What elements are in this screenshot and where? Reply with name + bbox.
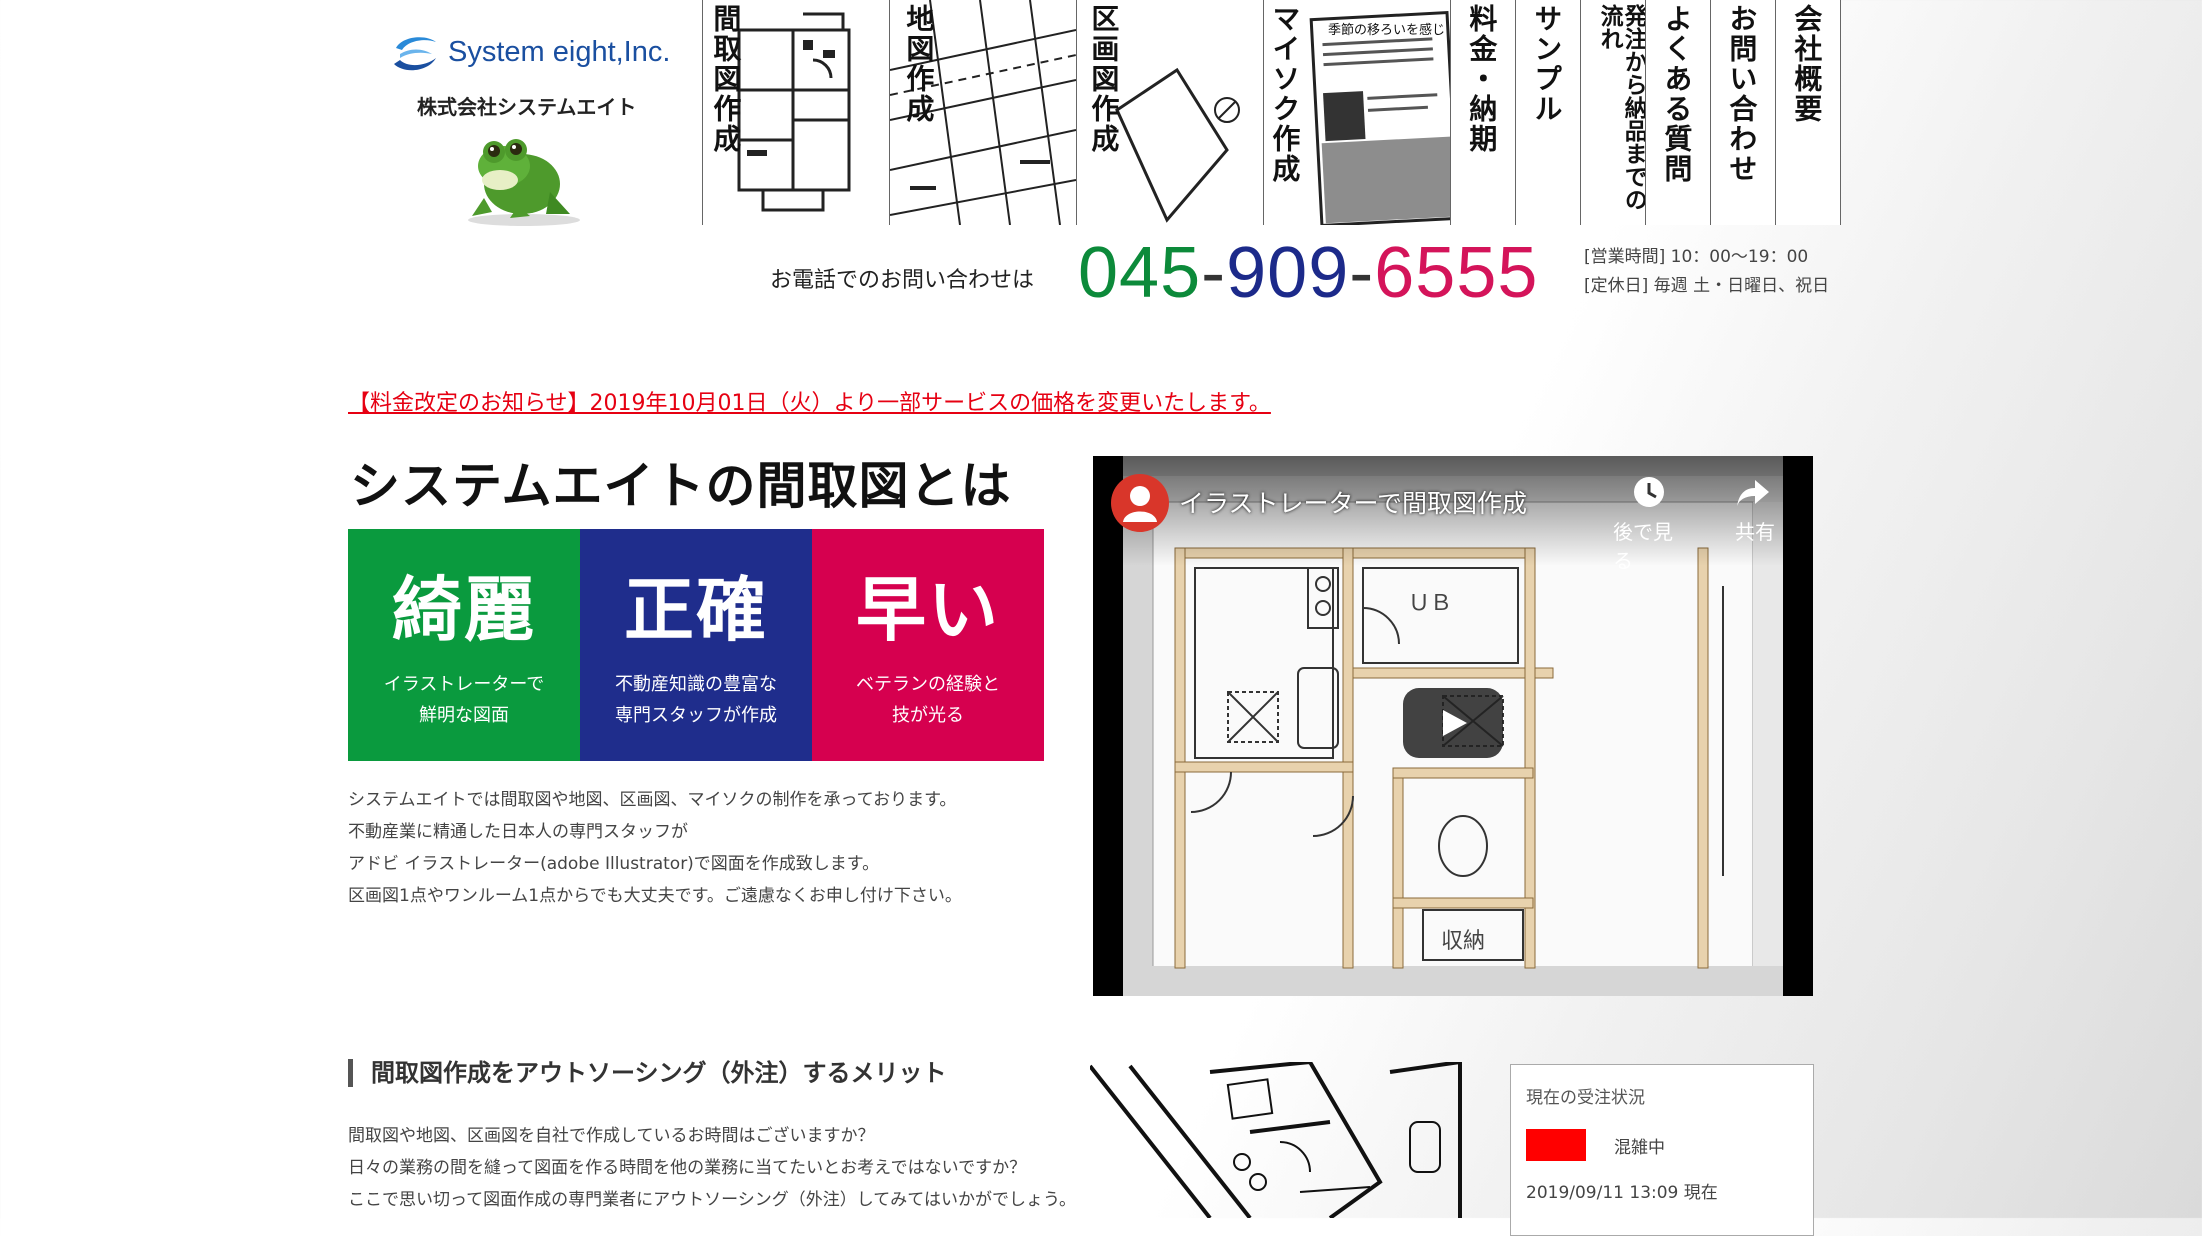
video-title[interactable]: イラストレーターで間取図作成 <box>1179 484 1527 520</box>
main-navigation: 間取図作成 地図作成 区画図作成 季節の移ろいを感じ マイソク作成 料金・納期 … <box>702 0 1841 225</box>
feature-title: 正確 <box>624 569 768 651</box>
phone-exchange: 909 <box>1226 233 1350 313</box>
about-heading: システムエイトの間取図とは <box>350 456 1012 515</box>
merit-line: 間取図や地図、区画図を自社で作成しているお時間はございますか？ <box>348 1126 875 1146</box>
nav-samples-label: サンプル <box>1530 4 1564 124</box>
nav-flow[interactable]: 発注から納品までの流れ <box>1580 0 1645 225</box>
video-plan-label-storage: 収納 <box>1441 929 1485 954</box>
nav-floorplan-label: 間取図作成 <box>709 4 743 154</box>
intro-text: システムエイトでは間取図や地図、区画図、マイソクの制作を承っております。 不動産… <box>348 784 962 912</box>
watch-later-button[interactable]: 後で見る <box>1613 474 1685 573</box>
share-arrow-icon <box>1737 480 1769 506</box>
intro-line: 不動産業に精通した日本人の専門スタッフが <box>348 822 688 842</box>
hours-line: [営業時間] 10：00〜19：00 <box>1584 247 1809 267</box>
youtube-video-player[interactable]: ＵＢ 収納 イラストレーターで間取図作成 後で見る 共有 <box>1093 456 1813 996</box>
play-icon <box>1443 710 1467 736</box>
logo-swoosh-icon <box>394 37 436 71</box>
feature-title: 早い <box>856 569 1000 651</box>
nav-faq-label: よくある質問 <box>1660 4 1694 184</box>
nav-pricing-label: 料金・納期 <box>1465 4 1499 154</box>
contact-label: お電話でのお問い合わせは <box>770 268 1035 293</box>
intro-line: システムエイトでは間取図や地図、区画図、マイソクの制作を承っております。 <box>348 790 957 810</box>
watch-later-label: 後で見る <box>1613 520 1673 573</box>
channel-avatar[interactable] <box>1111 474 1169 532</box>
nav-flyer[interactable]: 季節の移ろいを感じ マイソク作成 <box>1263 0 1450 225</box>
merit-text: 間取図や地図、区画図を自社で作成しているお時間はございますか？ 日々の業務の間を… <box>348 1120 1076 1216</box>
site-logo[interactable]: System eight,Inc. 株式会社システムエイト <box>392 30 672 230</box>
order-status-indicator <box>1526 1129 1586 1161</box>
nav-contact-label: お問い合わせ <box>1725 4 1759 184</box>
nav-map[interactable]: 地図作成 <box>889 0 1076 225</box>
share-label: 共有 <box>1735 520 1775 544</box>
feature-accurate: 正確 不動産知識の豊富な 専門スタッフが作成 <box>580 529 812 761</box>
intro-line: アドビ イラストレーター(adobe Illustrator)で図面を作成致しま… <box>348 854 880 874</box>
frog-mascot-icon <box>468 139 580 226</box>
floorplan-sketch-icon <box>1090 1062 1462 1218</box>
nav-samples[interactable]: サンプル <box>1515 0 1580 225</box>
nav-contact[interactable]: お問い合わせ <box>1710 0 1775 225</box>
nav-company-label: 会社概要 <box>1790 4 1824 124</box>
merit-line: 日々の業務の間を縫って図面を作る時間を他の業務に当てたいとお考えではないですか？ <box>348 1158 1027 1178</box>
logo-japanese-text: 株式会社システムエイト <box>417 95 637 119</box>
phone-separator: - <box>1349 233 1375 313</box>
play-button[interactable] <box>1403 688 1503 758</box>
nav-floorplan[interactable]: 間取図作成 <box>702 0 889 225</box>
clock-icon <box>1634 477 1664 507</box>
share-button[interactable]: 共有 <box>1721 474 1783 544</box>
phone-area-code: 045 <box>1078 233 1202 313</box>
nav-company[interactable]: 会社概要 <box>1775 0 1841 225</box>
feature-description-line1: イラストレーターで <box>383 674 545 695</box>
feature-description-line1: ベテランの経験と <box>856 674 1000 695</box>
holiday-line: [定休日] 毎週 土・日曜日、祝日 <box>1584 276 1830 296</box>
merit-line: ここで思い切って図面作成の専門業者にアウトソーシング（外注）してみてはいかがでし… <box>348 1190 1076 1210</box>
flyer-headline-text: 季節の移ろいを感じ <box>1328 22 1445 38</box>
intro-line: 区画図1点やワンルーム1点からでも大丈夫です。ご遠慮なくお申し付け下さい。 <box>348 886 962 906</box>
business-hours: [営業時間] 10：00〜19：00 [定休日] 毎週 土・日曜日、祝日 <box>1584 243 1829 301</box>
merit-heading: 間取図作成をアウトソーシング（外注）するメリット <box>348 1059 947 1087</box>
nav-map-label: 地図作成 <box>902 4 936 124</box>
feature-description-line1: 不動産知識の豊富な <box>615 674 777 695</box>
video-plan-label-ub: ＵＢ <box>1408 591 1452 616</box>
feature-description-line2: 技が光る <box>892 705 964 726</box>
logo-english-text: System eight,Inc. <box>448 36 671 68</box>
order-status-widget: 現在の受注状況 混雑中 2019/09/11 13:09 現在 <box>1510 1064 1814 1236</box>
phone-separator: - <box>1201 233 1227 313</box>
nav-flow-label: 発注から納品までの流れ <box>1596 4 1645 211</box>
feature-description-line2: 鮮明な図面 <box>419 705 509 726</box>
user-avatar-icon <box>1123 486 1157 522</box>
price-change-notice-link[interactable]: 【料金改定のお知らせ】2019年10月01日（火）より一部サービスの価格を変更い… <box>348 385 1271 417</box>
nav-flyer-label: マイソク作成 <box>1268 4 1302 184</box>
nav-lot-label: 区画図作成 <box>1087 4 1121 154</box>
nav-faq[interactable]: よくある質問 <box>1645 0 1710 225</box>
feature-description-line2: 専門スタッフが作成 <box>615 705 777 726</box>
order-status-state: 混雑中 <box>1614 1138 1665 1158</box>
feature-fast: 早い ベテランの経験と 技が光る <box>812 529 1044 761</box>
phone-line: 6555 <box>1374 233 1539 313</box>
feature-title: 綺麗 <box>392 569 536 651</box>
phone-number[interactable]: 045-909-6555 <box>1078 232 1538 314</box>
order-status-title: 現在の受注状況 <box>1526 1088 1645 1108</box>
order-status-updated: 2019/09/11 13:09 現在 <box>1526 1183 1718 1203</box>
feature-beautiful: 綺麗 イラストレーターで 鮮明な図面 <box>348 529 580 761</box>
nav-lot[interactable]: 区画図作成 <box>1076 0 1263 225</box>
nav-pricing[interactable]: 料金・納期 <box>1450 0 1515 225</box>
